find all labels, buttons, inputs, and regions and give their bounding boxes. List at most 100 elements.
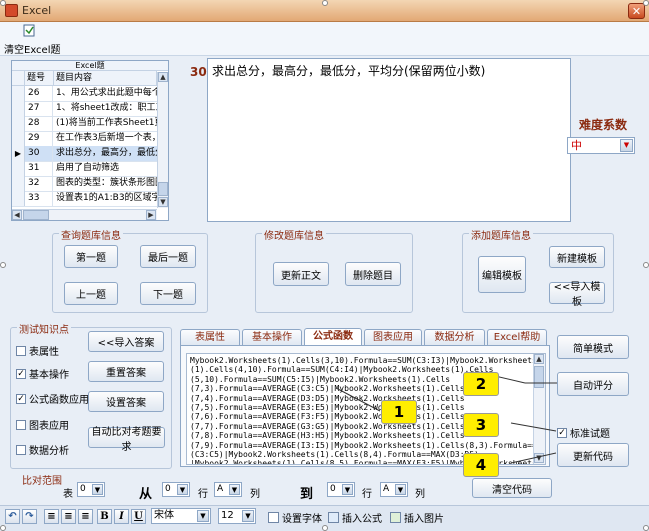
edit-template-button[interactable]: 编辑模板 <box>478 256 526 293</box>
row-selector[interactable]: ▶ <box>12 146 25 161</box>
checkbox-box[interactable] <box>16 419 26 430</box>
checkbox-box[interactable] <box>16 444 26 455</box>
last-button[interactable]: 最后一题 <box>140 245 196 268</box>
set-font-button[interactable]: 设置字体 <box>268 510 322 525</box>
grid-header-content[interactable]: 题目内容 <box>54 71 157 86</box>
insert-formula-button[interactable]: 插入公式 <box>328 510 382 525</box>
align-center-icon[interactable]: ≡ <box>61 509 76 524</box>
first-button[interactable]: 第一题 <box>64 245 118 268</box>
row-selector[interactable] <box>12 86 25 101</box>
chevron-down-icon[interactable]: ▼ <box>342 484 353 495</box>
to-col-select[interactable]: A ▼ <box>380 482 408 497</box>
resize-handle[interactable] <box>322 525 328 531</box>
tab-1[interactable]: 基本操作 <box>242 329 302 345</box>
scroll-right-icon[interactable]: ▶ <box>146 210 156 220</box>
row-selector[interactable] <box>12 176 25 191</box>
scroll-down-icon[interactable]: ▼ <box>158 197 168 207</box>
update-text-button[interactable]: 更新正文 <box>273 262 329 286</box>
resize-handle[interactable] <box>0 525 6 531</box>
to-row-select[interactable]: 0 ▼ <box>327 482 355 497</box>
knowledge-checkbox[interactable]: ✓ 基本操作 <box>16 366 69 381</box>
code-textbox[interactable]: Mybook2.Worksheets(1).Cells(3,10).Formul… <box>186 353 546 465</box>
delete-question-button[interactable]: 删除题目 <box>345 262 401 286</box>
table-row[interactable]: 28 (1)将当前工作表Sheet1更 <box>12 116 158 132</box>
knowledge-checkbox[interactable]: 图表应用 <box>16 417 69 432</box>
chevron-down-icon[interactable]: ▼ <box>242 510 254 522</box>
bold-button[interactable]: B <box>97 509 112 524</box>
row-selector[interactable] <box>12 161 25 176</box>
table-row[interactable]: 33设置表1的A1:B3的区域字体 <box>12 191 158 207</box>
reset-answer-button[interactable]: 重置答案 <box>88 361 164 382</box>
difficulty-select[interactable]: 中 ▼ <box>567 137 635 154</box>
close-button[interactable]: ✕ <box>628 3 645 19</box>
question-grid[interactable]: Excel题 题号 题目内容 26 1、用公式求出此题中每个 27 1、将sheet1… <box>11 60 169 221</box>
checkbox-box[interactable]: ✓ <box>16 368 26 379</box>
align-right-icon[interactable]: ≡ <box>78 509 93 524</box>
code-vertical-scrollbar[interactable]: ▲ ▼ <box>533 354 545 464</box>
checkbox-box[interactable]: ✓ <box>16 393 26 404</box>
row-selector[interactable] <box>12 101 25 116</box>
question-text-box[interactable]: 求出总分，最高分，最低分，平均分(保留两位小数) <box>207 58 571 222</box>
update-code-button[interactable]: 更新代码 <box>557 443 629 467</box>
undo-icon[interactable]: ↶ <box>5 509 20 524</box>
standard-question-checkbox[interactable]: ✓ 标准试题 <box>557 425 610 440</box>
resize-handle[interactable] <box>643 262 649 268</box>
resize-handle[interactable] <box>0 262 6 268</box>
table-row[interactable]: 26 1、用公式求出此题中每个 <box>12 86 158 102</box>
knowledge-checkbox[interactable]: 数据分析 <box>16 442 69 457</box>
chevron-down-icon[interactable]: ▼ <box>177 484 188 495</box>
italic-button[interactable]: I <box>114 509 129 524</box>
chevron-down-icon[interactable]: ▼ <box>620 139 633 152</box>
tab-5[interactable]: Excel帮助 <box>487 329 547 345</box>
table-row[interactable]: 31 启用了自动筛选 <box>12 161 158 177</box>
from-col-select[interactable]: A ▼ <box>214 482 242 497</box>
auto-score-button[interactable]: 自动评分 <box>557 372 629 396</box>
resize-handle[interactable] <box>0 0 6 6</box>
redo-icon[interactable]: ↷ <box>22 509 37 524</box>
row-selector[interactable] <box>12 116 25 131</box>
chevron-down-icon[interactable]: ▼ <box>395 484 406 495</box>
row-selector[interactable] <box>12 131 25 146</box>
scroll-left-icon[interactable]: ◀ <box>12 210 22 220</box>
row-selector[interactable] <box>12 191 25 206</box>
import-answer-button[interactable]: <<导入答案 <box>88 331 164 352</box>
simple-mode-button[interactable]: 简单模式 <box>557 335 629 359</box>
table-row[interactable]: 32 图表的类型：簇状条形图图 <box>12 176 158 192</box>
next-button[interactable]: 下一题 <box>140 282 196 305</box>
resize-handle[interactable] <box>643 0 649 6</box>
hscroll-thumb[interactable] <box>23 210 49 220</box>
import-template-button[interactable]: <<导入模板 <box>549 282 605 308</box>
font-name-select[interactable]: 宋体 ▼ <box>151 508 211 524</box>
from-row-select[interactable]: 0 ▼ <box>162 482 190 497</box>
tab-2[interactable]: 公式函数 <box>304 328 362 346</box>
tab-4[interactable]: 数据分析 <box>424 329 485 345</box>
prev-button[interactable]: 上一题 <box>64 282 118 305</box>
checkbox-box[interactable] <box>16 345 26 356</box>
knowledge-checkbox[interactable]: ✓ 公式函数应用 <box>16 391 89 406</box>
knowledge-checkbox[interactable]: 表属性 <box>16 343 59 358</box>
font-size-select[interactable]: 12 ▼ <box>218 508 256 524</box>
table-row[interactable]: 29 在工作表3后新增一个表， <box>12 131 158 147</box>
code-scroll-down-icon[interactable]: ▼ <box>534 453 544 463</box>
chevron-down-icon[interactable]: ▼ <box>197 510 209 522</box>
standard-checkbox-box[interactable]: ✓ <box>557 427 567 438</box>
clear-excel-icon[interactable] <box>22 24 36 37</box>
auto-compare-button[interactable]: 自动比对考题要求 <box>88 427 165 453</box>
resize-handle[interactable] <box>322 0 328 6</box>
set-answer-button[interactable]: 设置答案 <box>88 391 164 412</box>
grid-horizontal-scrollbar[interactable]: ◀ ▶ <box>12 209 157 220</box>
grid-vertical-scrollbar[interactable]: ▲ ▼ <box>157 72 168 208</box>
scroll-up-icon[interactable]: ▲ <box>158 72 168 82</box>
code-scroll-up-icon[interactable]: ▲ <box>534 354 544 364</box>
clear-code-button[interactable]: 清空代码 <box>472 478 552 498</box>
chevron-down-icon[interactable]: ▼ <box>229 484 240 495</box>
table-row[interactable]: 27 1、将sheet1改成：职工工 <box>12 101 158 117</box>
scroll-thumb[interactable] <box>158 182 168 196</box>
insert-image-button[interactable]: 插入图片 <box>390 510 444 525</box>
tab-3[interactable]: 图表应用 <box>364 329 422 345</box>
resize-handle[interactable] <box>643 525 649 531</box>
align-left-icon[interactable]: ≡ <box>44 509 59 524</box>
grid-header-num[interactable]: 题号 <box>25 71 54 86</box>
chevron-down-icon[interactable]: ▼ <box>92 484 103 495</box>
code-scroll-thumb[interactable] <box>534 366 544 388</box>
